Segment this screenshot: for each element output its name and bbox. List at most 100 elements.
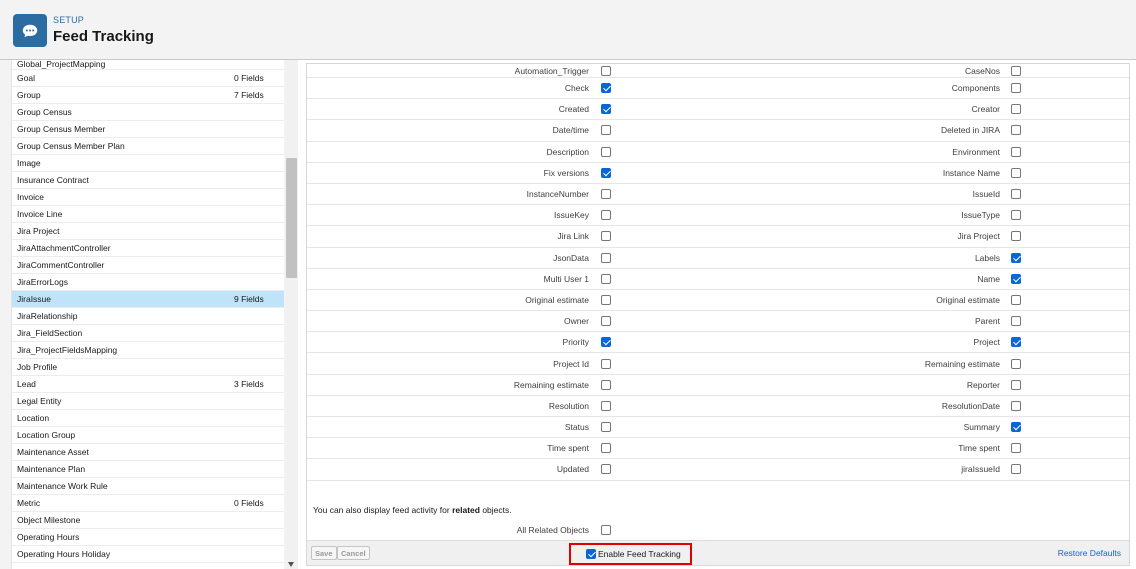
list-item[interactable]: Group Census [12, 104, 284, 121]
list-item[interactable]: Lead 3 Fields [12, 376, 284, 393]
field-checkbox[interactable] [601, 231, 611, 242]
list-item[interactable]: Object Milestone [12, 512, 284, 529]
field-checkbox[interactable] [1011, 83, 1021, 94]
field-row: Time spent Time spent [307, 438, 1129, 460]
save-button[interactable]: Save [311, 546, 337, 560]
list-item-label: Group [17, 90, 41, 100]
field-checkbox[interactable] [1011, 104, 1021, 115]
field-checkbox[interactable] [601, 252, 611, 263]
list-item[interactable]: Location Group [12, 427, 284, 444]
field-checkbox[interactable] [601, 316, 611, 327]
field-label: Components [951, 83, 1000, 94]
list-item[interactable]: JiraAttachmentController [12, 240, 284, 257]
list-item[interactable]: Group 7 Fields [12, 87, 284, 104]
field-checkbox[interactable] [1011, 252, 1021, 263]
field-checkbox[interactable] [601, 273, 611, 284]
field-checkbox[interactable] [1011, 316, 1021, 327]
field-checkbox[interactable] [1011, 167, 1021, 178]
list-item[interactable]: Legal Entity [12, 393, 284, 410]
field-checkbox[interactable] [601, 104, 611, 115]
list-item[interactable]: Location [12, 410, 284, 427]
field-checkbox[interactable] [601, 210, 611, 221]
all-related-checkbox[interactable] [601, 525, 611, 535]
field-checkbox[interactable] [601, 125, 611, 136]
list-item[interactable]: Goal 0 Fields [12, 70, 284, 87]
enable-feed-tracking-checkbox[interactable] [586, 549, 596, 559]
list-item[interactable]: Group Census Member [12, 121, 284, 138]
list-item[interactable]: Jira Project [12, 223, 284, 240]
setup-label[interactable]: SETUP [53, 15, 84, 25]
list-item[interactable]: Job Profile [12, 359, 284, 376]
field-checkbox[interactable] [601, 294, 611, 305]
field-checkbox[interactable] [601, 464, 611, 475]
list-item-label: JiraErrorLogs [17, 277, 69, 287]
field-checkbox[interactable] [601, 422, 611, 433]
enable-feed-tracking-label[interactable]: Enable Feed Tracking [598, 549, 681, 559]
list-item[interactable]: Operating Hours Holiday [12, 546, 284, 563]
field-row: Fix versions Instance Name [307, 163, 1129, 184]
field-checkbox[interactable] [601, 83, 611, 94]
field-checkbox[interactable] [601, 167, 611, 178]
restore-defaults-link[interactable]: Restore Defaults [1058, 548, 1121, 558]
list-item[interactable]: Maintenance Work Rule [12, 478, 284, 495]
list-item[interactable]: JiraCommentController [12, 257, 284, 274]
field-checkbox[interactable] [601, 358, 611, 369]
field-checkbox[interactable] [601, 65, 611, 76]
fields-box: Automation_Trigger CaseNos Check Components… [306, 63, 1130, 566]
field-checkbox[interactable] [601, 379, 611, 390]
field-checkbox[interactable] [1011, 146, 1021, 157]
fields-panel: Automation_Trigger CaseNos Check Components… [299, 60, 1136, 569]
list-item[interactable]: Jira_ProjectFieldsMapping [12, 342, 284, 359]
field-checkbox[interactable] [601, 146, 611, 157]
field-label: Environment [952, 146, 1000, 157]
scroll-down-arrow-icon[interactable] [288, 562, 294, 567]
list-item[interactable]: JiraIssue 9 Fields [12, 291, 284, 308]
field-checkbox[interactable] [1011, 294, 1021, 305]
object-list: Global_ProjectMapping Goal 0 Fields Group 7… [11, 60, 284, 569]
field-checkbox[interactable] [1011, 273, 1021, 284]
field-checkbox[interactable] [1011, 125, 1021, 136]
list-item[interactable]: Global_ProjectMapping [12, 60, 284, 70]
list-item-label: Group Census [17, 107, 72, 117]
field-checkbox[interactable] [1011, 464, 1021, 475]
list-item[interactable]: Maintenance Plan [12, 461, 284, 478]
field-checkbox[interactable] [601, 400, 611, 411]
list-item[interactable]: JiraErrorLogs [12, 274, 284, 291]
list-item[interactable]: Invoice Line [12, 206, 284, 223]
field-checkbox[interactable] [601, 443, 611, 454]
field-label: Updated [556, 464, 589, 475]
field-checkbox[interactable] [1011, 65, 1021, 76]
field-checkbox[interactable] [1011, 231, 1021, 242]
field-checkbox[interactable] [601, 189, 611, 200]
related-note: You can also display feed activity for r… [313, 505, 512, 515]
list-item[interactable]: JiraRelationship [12, 308, 284, 325]
field-label: Automation_Trigger [514, 65, 589, 76]
field-row: IssueKey IssueType [307, 205, 1129, 227]
list-item[interactable]: Image [12, 155, 284, 172]
field-checkbox[interactable] [1011, 189, 1021, 200]
list-item[interactable]: Invoice [12, 189, 284, 206]
field-checkbox[interactable] [1011, 210, 1021, 221]
chat-bubble-icon [13, 14, 47, 47]
field-checkbox[interactable] [1011, 400, 1021, 411]
field-row: Updated jiraIssueId [307, 459, 1129, 481]
list-item[interactable]: Jira_FieldSection [12, 325, 284, 342]
list-item[interactable]: Maintenance Asset [12, 444, 284, 461]
field-checkbox[interactable] [601, 337, 611, 348]
list-item-label: Legal Entity [17, 396, 62, 406]
list-item[interactable]: Operating Hours [12, 529, 284, 546]
list-item[interactable]: Metric 0 Fields [12, 495, 284, 512]
list-scrollbar[interactable] [285, 60, 298, 569]
field-checkbox[interactable] [1011, 337, 1021, 348]
list-item[interactable]: Group Census Member Plan [12, 138, 284, 155]
field-count: 0 Fields [234, 498, 264, 508]
list-item[interactable]: Insurance Contract [12, 172, 284, 189]
field-checkbox[interactable] [1011, 358, 1021, 369]
list-item-label: JiraCommentController [17, 260, 105, 270]
field-checkbox[interactable] [1011, 422, 1021, 433]
list-item-label: Jira_ProjectFieldsMapping [17, 345, 118, 355]
field-checkbox[interactable] [1011, 443, 1021, 454]
scrollbar-thumb[interactable] [286, 158, 297, 278]
cancel-button[interactable]: Cancel [337, 546, 370, 560]
field-checkbox[interactable] [1011, 379, 1021, 390]
